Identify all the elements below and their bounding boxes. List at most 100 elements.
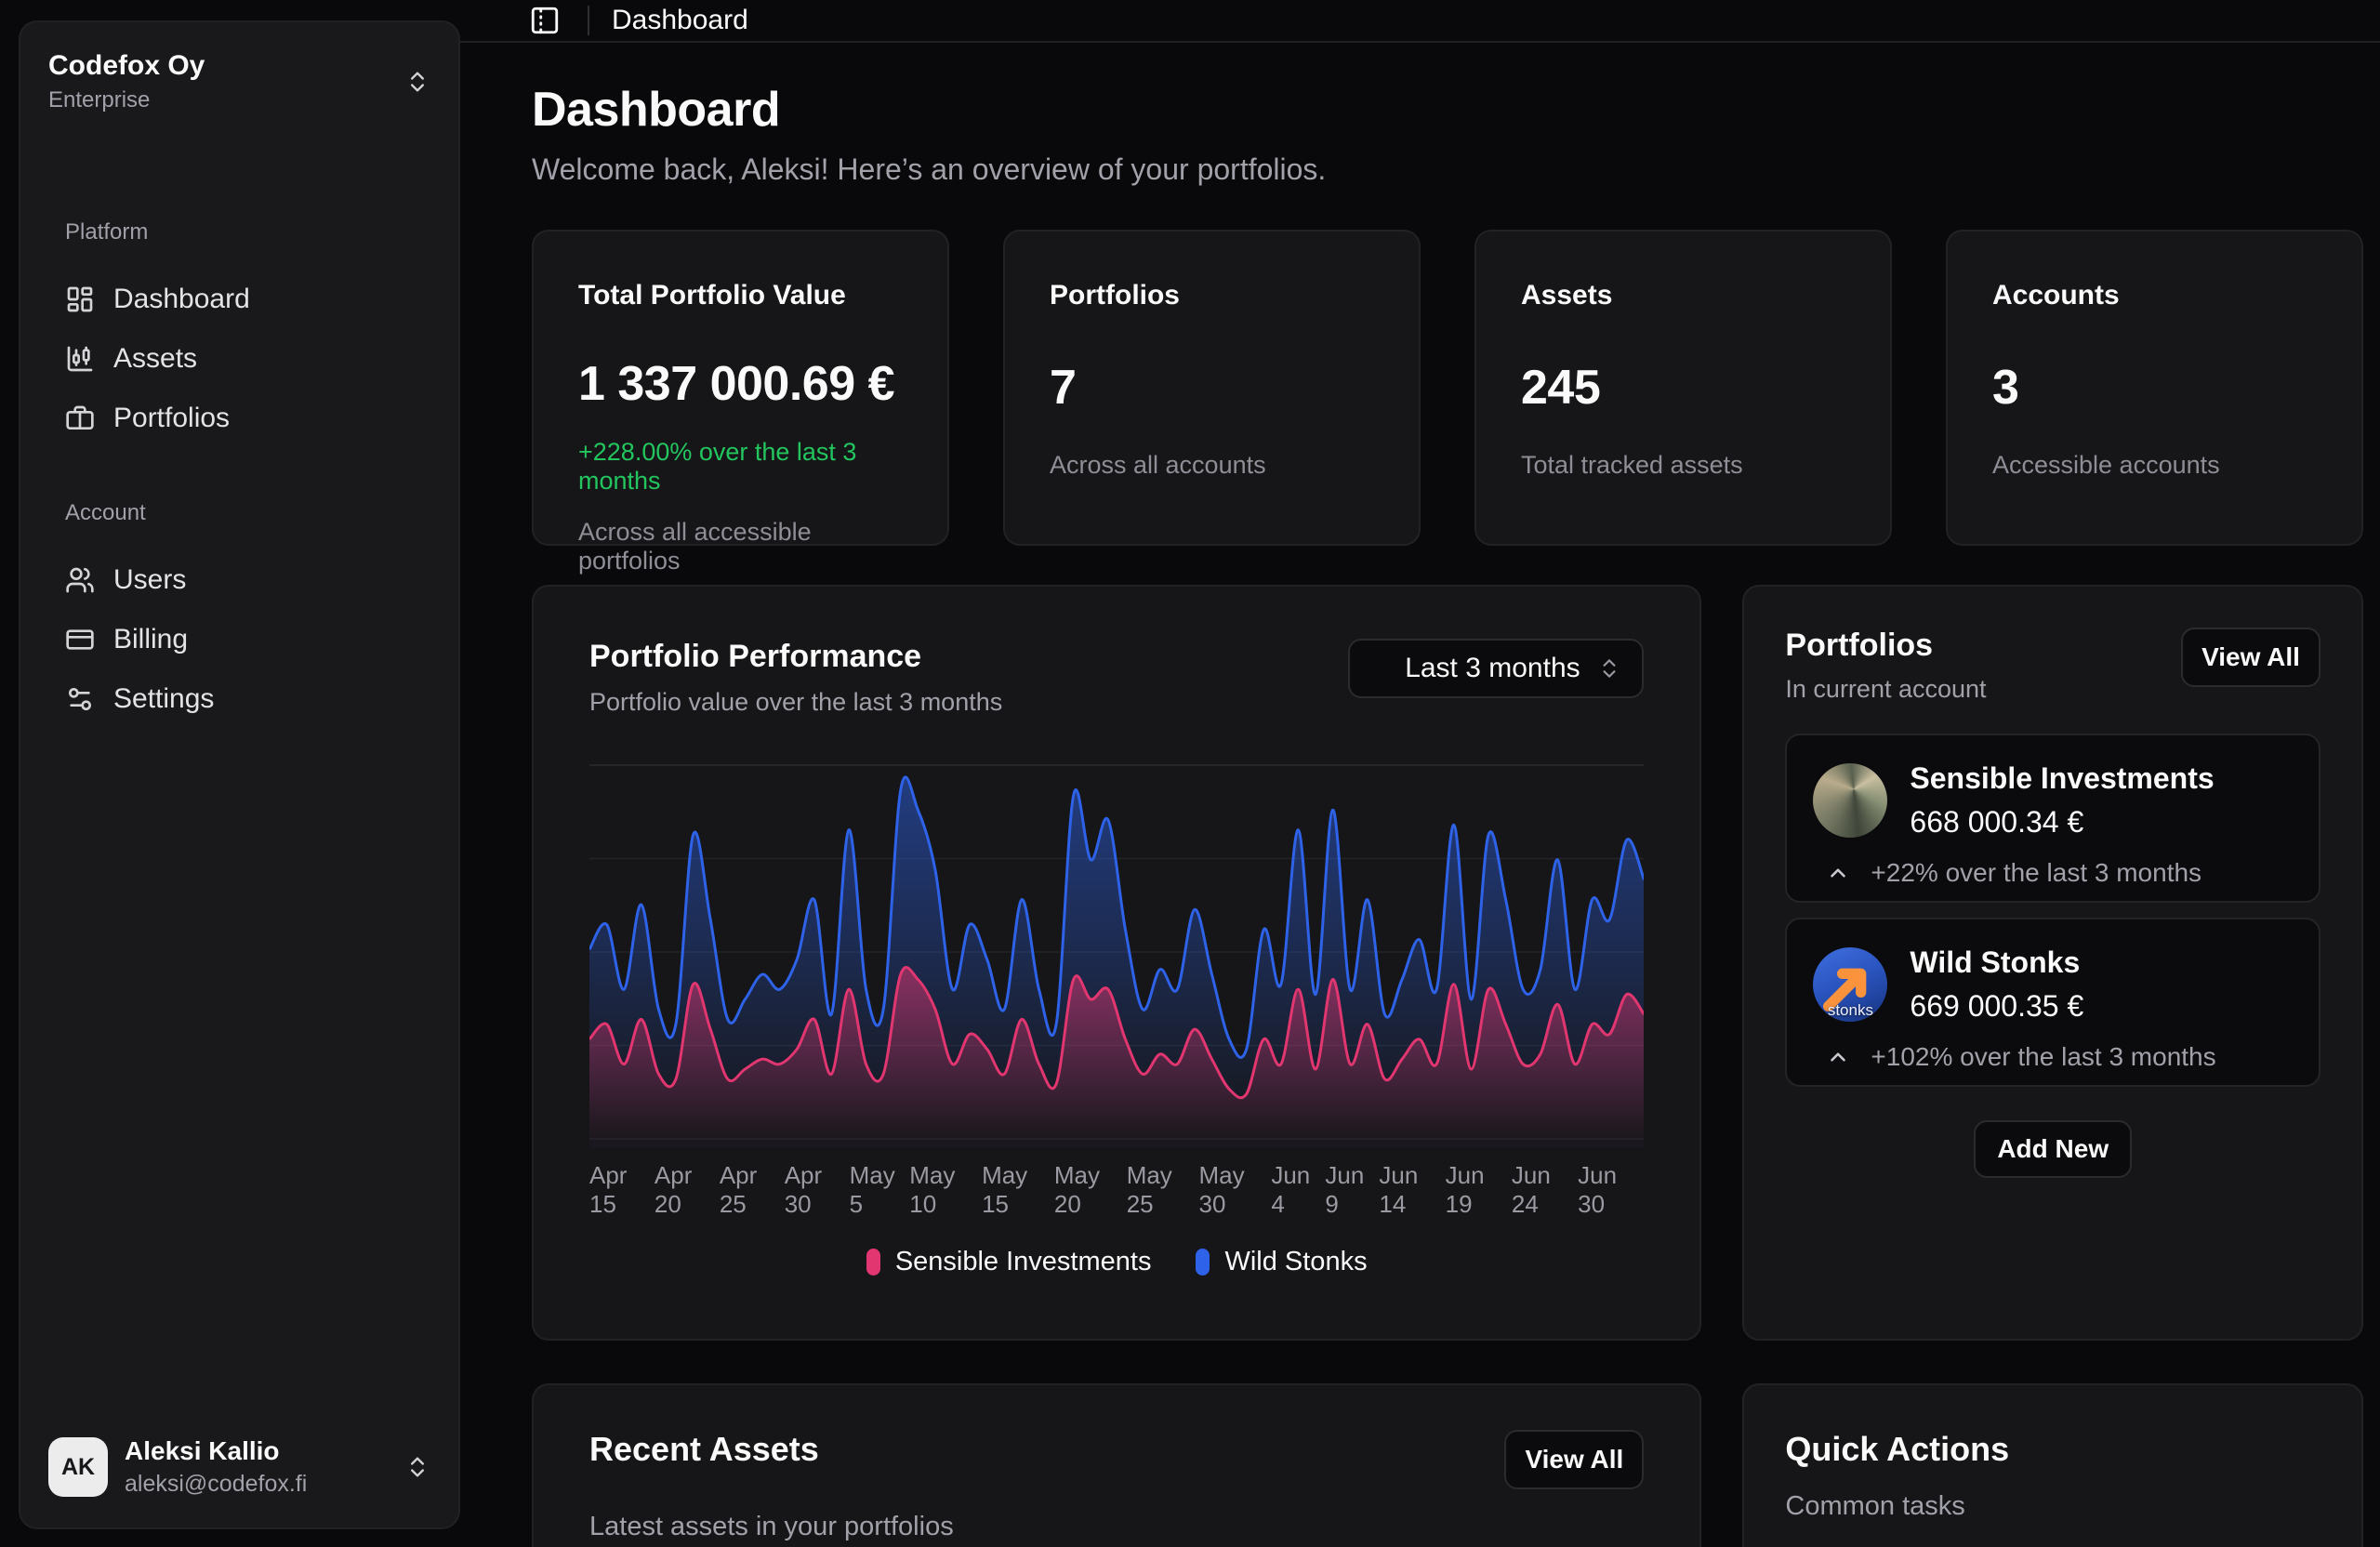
sidebar: Codefox Oy Enterprise Platform Dashboard… — [19, 20, 460, 1529]
x-axis-label: May 10 — [909, 1161, 982, 1219]
x-axis-label: Jun 9 — [1325, 1161, 1379, 1219]
stats-row: Total Portfolio Value 1 337 000.69 € +22… — [532, 230, 2363, 546]
portfolio-name: Sensible Investments — [1910, 761, 2214, 796]
portfolio-name: Wild Stonks — [1910, 945, 2083, 980]
x-axis-label: Apr 30 — [785, 1161, 850, 1219]
stat-note: Across all accounts — [1050, 451, 1374, 480]
page-title: Dashboard — [532, 82, 2363, 138]
portfolios-panel: Portfolios In current account View All S… — [1742, 585, 2363, 1341]
x-axis-label: May 15 — [982, 1161, 1054, 1219]
main-area: Dashboard Dashboard Welcome back, Aleksi… — [460, 0, 2380, 1547]
chevron-up-icon — [1826, 861, 1850, 885]
chevron-up-icon — [1826, 1045, 1850, 1069]
sidebar-item-users[interactable]: Users — [20, 550, 445, 610]
briefcase-icon — [65, 403, 95, 433]
dashboard-icon — [65, 284, 95, 314]
stat-card-portfolios: Portfolios 7 Across all accounts — [1003, 230, 1421, 546]
stat-value: 7 — [1050, 360, 1374, 416]
quick-actions-card: Quick Actions Common tasks — [1742, 1383, 2363, 1547]
user-menu[interactable]: AK Aleksi Kallio aleksi@codefox.fi — [33, 1421, 445, 1513]
sidebar-item-label: Portfolios — [113, 403, 230, 434]
portfolio-value: 669 000.35 € — [1910, 989, 2083, 1024]
portfolio-trend: +102% over the last 3 months — [1871, 1042, 2215, 1072]
performance-chart — [589, 758, 1644, 1148]
portfolio-value: 668 000.34 € — [1910, 805, 2214, 840]
view-all-portfolios-button[interactable]: View All — [2181, 628, 2320, 687]
portfolio-performance-card: Portfolio Performance Portfolio value ov… — [532, 585, 1701, 1341]
sidebar-item-portfolios[interactable]: Portfolios — [20, 389, 445, 448]
recent-assets-card: Recent Assets View All Latest assets in … — [532, 1383, 1701, 1547]
sidebar-item-label: Settings — [113, 683, 214, 715]
org-name: Codefox Oy — [48, 50, 205, 82]
x-axis-label: May 30 — [1199, 1161, 1272, 1219]
page-subtitle: Welcome back, Aleksi! Here’s an overview… — [532, 152, 2363, 187]
stat-value: 245 — [1521, 360, 1845, 416]
x-axis-label: Jun 4 — [1271, 1161, 1325, 1219]
topbar-separator — [588, 6, 589, 35]
org-plan: Enterprise — [48, 87, 205, 113]
quick-actions-title: Quick Actions — [1785, 1430, 2320, 1469]
portfolio-trend: +22% over the last 3 months — [1871, 858, 2202, 888]
range-selector[interactable]: Last 3 months — [1348, 639, 1644, 698]
org-switcher[interactable]: Codefox Oy Enterprise — [33, 35, 445, 128]
sliders-icon — [65, 684, 95, 714]
portfolio-list-item-wild[interactable]: stonks Wild Stonks 669 000.35 € +102% ov… — [1785, 918, 2320, 1087]
x-axis-label: Apr 20 — [654, 1161, 720, 1219]
stat-value: 1 337 000.69 € — [578, 356, 903, 412]
x-axis-label: May 20 — [1054, 1161, 1127, 1219]
sidebar-item-dashboard[interactable]: Dashboard — [20, 270, 445, 329]
chart-subtitle: Portfolio value over the last 3 months — [589, 688, 1002, 717]
x-axis-label: Jun 24 — [1512, 1161, 1578, 1219]
legend-entry-wild: Wild Stonks — [1196, 1247, 1367, 1277]
add-new-portfolio-button[interactable]: Add New — [1974, 1120, 2132, 1178]
legend-entry-sensible: Sensible Investments — [866, 1247, 1152, 1277]
stat-note: Total tracked assets — [1521, 451, 1845, 480]
panel-title: Portfolios — [1785, 628, 1986, 664]
chart-title: Portfolio Performance — [589, 639, 1002, 675]
stat-title: Total Portfolio Value — [578, 280, 903, 311]
user-name: Aleksi Kallio — [125, 1436, 307, 1466]
section-label-platform: Platform — [20, 219, 458, 245]
stat-title: Assets — [1521, 280, 1845, 311]
breadcrumb: Dashboard — [612, 5, 748, 36]
stat-card-accounts: Accounts 3 Accessible accounts — [1946, 230, 2363, 546]
x-axis-label: Jun 14 — [1379, 1161, 1445, 1219]
x-axis-label: Apr 25 — [720, 1161, 785, 1219]
sidebar-item-label: Assets — [113, 343, 197, 375]
user-email: aleksi@codefox.fi — [125, 1471, 307, 1498]
users-icon — [65, 565, 95, 595]
portfolio-list-item-sensible[interactable]: Sensible Investments 668 000.34 € +22% o… — [1785, 734, 2320, 903]
view-all-assets-button[interactable]: View All — [1504, 1430, 1644, 1489]
stat-title: Portfolios — [1050, 280, 1374, 311]
x-axis-labels: Apr 15Apr 20Apr 25Apr 30May 5May 10May 1… — [589, 1161, 1644, 1219]
stat-value: 3 — [1992, 360, 2317, 416]
sidebar-item-assets[interactable]: Assets — [20, 329, 445, 389]
stat-note: Across all accessible portfolios — [578, 518, 903, 575]
range-selector-value: Last 3 months — [1405, 653, 1580, 684]
sidebar-item-label: Dashboard — [113, 284, 250, 315]
stat-trend: +228.00% over the last 3 months — [578, 438, 903, 496]
chevrons-up-down-icon — [404, 1454, 430, 1480]
topbar: Dashboard — [460, 0, 2380, 43]
chart-plot-area: Apr 15Apr 20Apr 25Apr 30May 5May 10May 1… — [589, 758, 1644, 1277]
avatar: AK — [48, 1437, 108, 1497]
credit-card-icon — [65, 625, 95, 654]
section-label-account: Account — [20, 500, 458, 526]
candlestick-chart-icon — [65, 344, 95, 374]
sidebar-toggle-button[interactable] — [524, 0, 565, 41]
legend-swatch — [1196, 1249, 1210, 1276]
sidebar-item-billing[interactable]: Billing — [20, 610, 445, 669]
sidebar-item-label: Billing — [113, 624, 188, 655]
panel-subtitle: In current account — [1785, 675, 1986, 704]
quick-actions-subtitle: Common tasks — [1785, 1491, 2320, 1522]
stat-title: Accounts — [1992, 280, 2317, 311]
legend-swatch — [866, 1249, 880, 1276]
stat-note: Accessible accounts — [1992, 451, 2317, 480]
x-axis-label: Jun 19 — [1446, 1161, 1512, 1219]
x-axis-label: Apr 15 — [589, 1161, 654, 1219]
stat-card-assets: Assets 245 Total tracked assets — [1474, 230, 1892, 546]
sidebar-item-settings[interactable]: Settings — [20, 669, 445, 729]
chevrons-up-down-icon — [1597, 656, 1621, 681]
x-axis-label: May 5 — [850, 1161, 910, 1219]
x-axis-label: May 25 — [1127, 1161, 1199, 1219]
